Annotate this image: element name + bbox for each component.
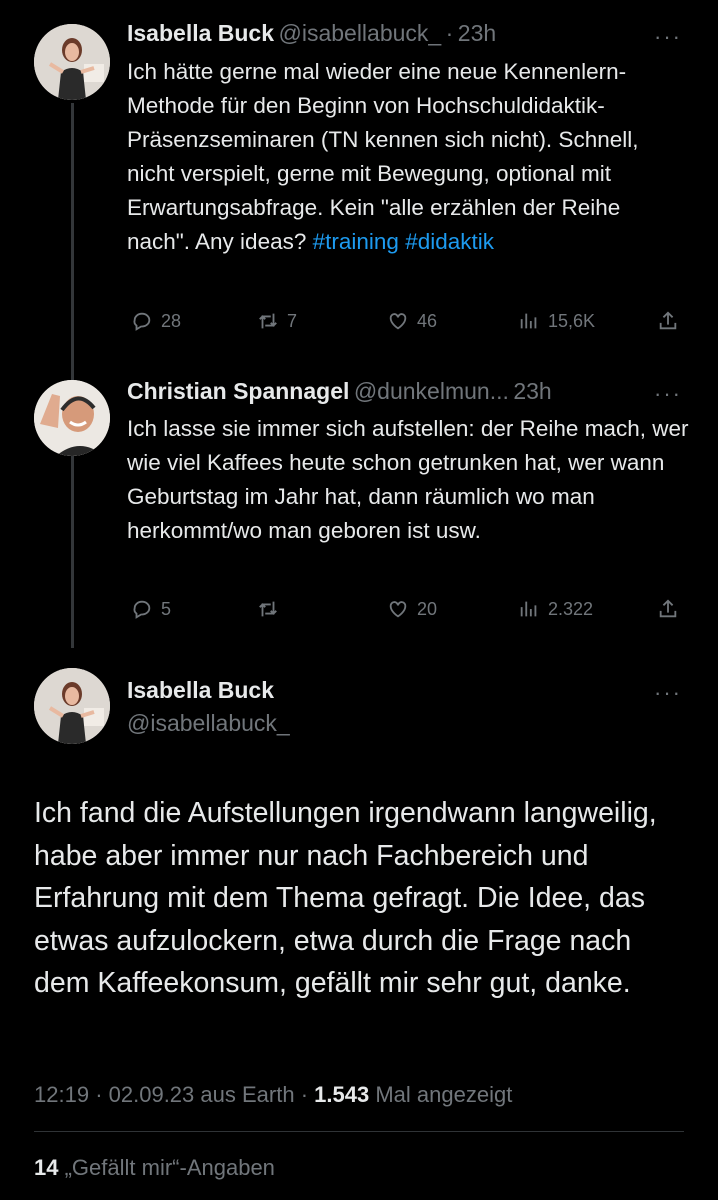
heart-icon (389, 313, 407, 330)
tweet-text: Ich hätte gerne mal wieder eine neue Ken… (127, 59, 639, 254)
reply-button[interactable]: 28 (131, 310, 181, 332)
main-tweet-text: Ich fand die Aufstellungen irgendwann la… (34, 797, 657, 999)
retweet-icon (259, 601, 277, 617)
share-icon (659, 599, 677, 618)
like-button[interactable]: 46 (387, 310, 437, 332)
avatar[interactable] (34, 24, 110, 100)
avatar[interactable] (34, 380, 110, 456)
more-icon[interactable]: ··· (654, 24, 682, 50)
share-button[interactable] (657, 598, 679, 620)
hashtag-link[interactable]: #training (313, 229, 399, 254)
views-icon (520, 601, 537, 617)
reply-icon (133, 312, 151, 331)
views-button[interactable]: 2.322 (518, 598, 593, 620)
tweet-date[interactable]: 02.09.23 (109, 1082, 195, 1107)
author-name[interactable]: Isabella Buck (127, 20, 274, 46)
timestamp[interactable]: 23h (513, 378, 551, 404)
thread-line (71, 103, 74, 648)
views-button[interactable]: 15,6K (518, 310, 595, 332)
author-handle[interactable]: @dunkelmun... (354, 378, 509, 404)
retweet-button[interactable] (257, 598, 287, 620)
retweet-icon (259, 313, 277, 329)
more-icon[interactable]: ··· (654, 381, 682, 407)
more-icon[interactable]: ··· (654, 680, 682, 706)
tweet-text: Ich lasse sie immer sich aufstellen: der… (127, 416, 689, 543)
heart-icon (389, 601, 407, 618)
views-label: Mal angezeigt (375, 1082, 513, 1107)
divider (34, 1131, 684, 1132)
reply-icon (133, 600, 151, 619)
views-icon (520, 313, 537, 329)
hashtag-link[interactable]: #didaktik (405, 229, 494, 254)
retweet-button[interactable]: 7 (257, 310, 297, 332)
share-icon (659, 311, 677, 330)
likes-summary[interactable]: 14 „Gefällt mir“-Angaben (34, 1155, 275, 1181)
timestamp[interactable]: 23h (458, 20, 496, 46)
author-handle[interactable]: @isabellabuck_ (127, 710, 290, 737)
author-name[interactable]: Christian Spannagel (127, 378, 349, 404)
tweet-meta: 12:19 · 02.09.23 aus Earth · 1.543 Mal a… (34, 1082, 513, 1107)
share-button[interactable] (657, 310, 679, 332)
separator: · (445, 20, 454, 46)
like-button[interactable]: 20 (387, 598, 437, 620)
avatar[interactable] (34, 668, 110, 744)
likes-label: „Gefällt mir“-Angaben (64, 1155, 275, 1180)
author-handle[interactable]: @isabellabuck_ (278, 20, 441, 46)
views-count: 1.543 (314, 1082, 370, 1107)
tweet-time[interactable]: 12:19 (34, 1082, 89, 1107)
likes-count: 14 (34, 1155, 59, 1180)
reply-button[interactable]: 5 (131, 598, 171, 620)
author-name[interactable]: Isabella Buck (127, 677, 274, 704)
tweet-source: aus Earth (200, 1082, 295, 1107)
